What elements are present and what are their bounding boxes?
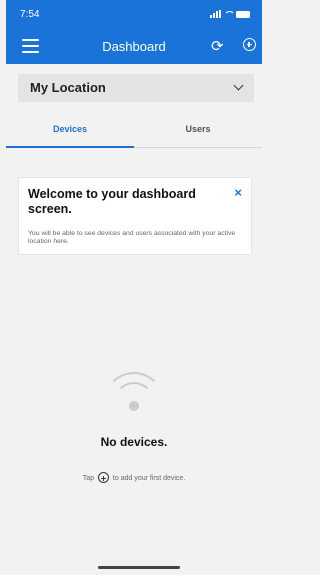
refresh-icon[interactable]: ⟳: [211, 37, 224, 55]
welcome-body: You will be able to see devices and user…: [28, 230, 236, 246]
location-label: My Location: [30, 80, 106, 95]
app-bar: Dashboard ⟳: [6, 28, 262, 64]
add-circle-icon: [97, 472, 109, 483]
tab-bar: Devices Users: [6, 108, 262, 148]
home-indicator[interactable]: [98, 566, 180, 569]
location-section: My Location: [6, 64, 262, 108]
active-tab-indicator: [6, 146, 134, 148]
signal-icon: [210, 10, 221, 18]
welcome-title: Welcome to your dashboard screen.: [28, 187, 196, 216]
welcome-card: Welcome to your dashboard screen. × You …: [18, 177, 252, 255]
phone-screen: 7:54 Dashboard ⟳ My Location Devices Use…: [6, 0, 262, 575]
add-circle-icon[interactable]: [243, 38, 256, 51]
wifi-icon: [104, 372, 164, 418]
location-dropdown[interactable]: My Location: [18, 74, 254, 102]
status-icons: [210, 10, 250, 18]
close-icon[interactable]: ×: [234, 185, 242, 200]
hint-before: Tap: [82, 475, 94, 482]
chevron-down-icon: [233, 80, 244, 91]
empty-state-hint: Tap to add your first device.: [6, 472, 262, 483]
wifi-icon: [224, 10, 235, 18]
status-time: 7:54: [20, 8, 40, 20]
tab-devices[interactable]: Devices: [6, 108, 134, 147]
tab-users[interactable]: Users: [134, 108, 262, 147]
empty-state-title: No devices.: [100, 435, 168, 449]
hint-after: to add your first device.: [112, 475, 186, 482]
battery-icon: [236, 10, 250, 18]
hamburger-menu-icon[interactable]: [22, 39, 39, 53]
empty-state: [6, 372, 262, 418]
status-bar: 7:54: [6, 0, 262, 28]
